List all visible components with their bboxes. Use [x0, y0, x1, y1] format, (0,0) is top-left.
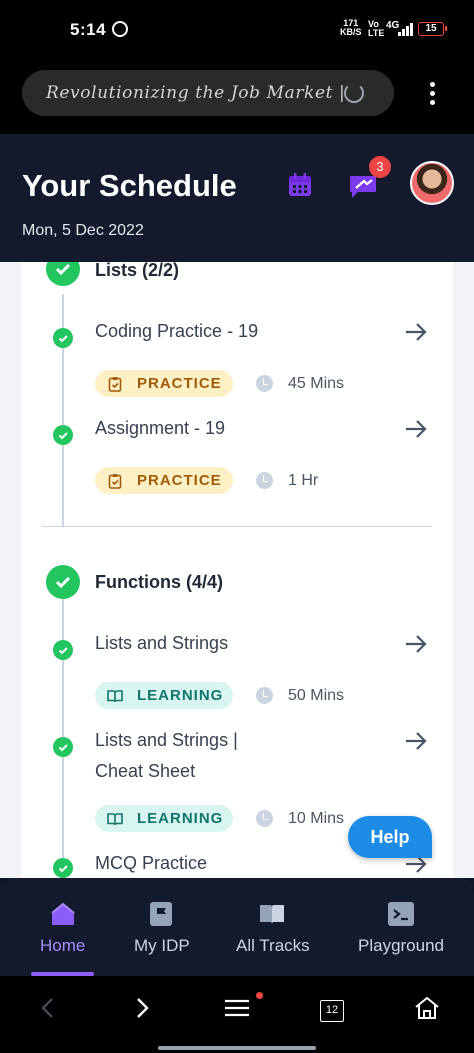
item-title[interactable]: Lists and Strings | Cheat Sheet	[95, 725, 238, 787]
menu-notification-dot	[256, 992, 263, 999]
duration: 50 Mins	[288, 687, 345, 704]
nav-label: All Tracks	[236, 936, 310, 955]
notification-badge: 3	[369, 156, 391, 178]
network-speed: 171 KB/S	[340, 19, 362, 37]
clipboard-icon	[108, 376, 122, 392]
item-complete-icon	[53, 425, 73, 445]
home-icon	[51, 902, 75, 925]
tag-label: PRACTICE	[137, 375, 222, 392]
help-button[interactable]: Help	[348, 816, 432, 858]
duration: 45 Mins	[288, 375, 345, 392]
learning-tag: LEARNING	[95, 805, 233, 832]
duration: 1 Hr	[288, 472, 319, 489]
practice-tag: PRACTICE	[95, 370, 233, 397]
tabs-count: 12	[325, 1004, 339, 1016]
forward-icon[interactable]	[132, 996, 152, 1020]
arrow-right-icon[interactable]	[404, 632, 428, 656]
clock-icon	[256, 375, 273, 392]
item-title-line: Cheat Sheet	[95, 761, 196, 781]
net-speed-unit: KB/S	[340, 27, 362, 37]
section-divider	[42, 526, 432, 527]
battery-icon: 15	[418, 22, 447, 36]
browser-bar: Revolutionizing the Job Market |...	[0, 60, 474, 134]
nav-my-idp[interactable]: My IDP	[128, 878, 194, 976]
lte-label: LTE	[368, 28, 385, 38]
nav-home[interactable]: Home	[30, 878, 96, 976]
schedule-date: Mon, 5 Dec 2022	[22, 222, 144, 239]
open-book-icon	[107, 689, 123, 702]
nav-label: Home	[40, 936, 86, 955]
open-book-icon	[107, 812, 123, 825]
flag-icon	[150, 902, 172, 926]
arrow-right-icon[interactable]	[404, 320, 428, 344]
status-bar: 5:14 171 KB/S Vo LTE 4G 15	[0, 0, 474, 60]
more-menu-icon[interactable]	[426, 82, 438, 108]
item-complete-icon	[53, 737, 73, 757]
clock-icon	[256, 687, 273, 704]
section-complete-icon	[46, 565, 80, 599]
back-icon[interactable]	[38, 996, 58, 1020]
url-bar[interactable]: Revolutionizing the Job Market |...	[22, 70, 394, 116]
nav-playground[interactable]: Playground	[356, 878, 446, 976]
status-time: 5:14	[70, 20, 107, 39]
nav-all-tracks[interactable]: All Tracks	[232, 878, 312, 976]
volte-indicator: Vo LTE	[368, 20, 384, 38]
schedule-card: Lists (2/2) Coding Practice - 19 PRACTIC…	[21, 262, 453, 878]
tabs-icon[interactable]: 12	[320, 1000, 344, 1022]
duration: 10 Mins	[288, 810, 345, 827]
whatsapp-icon	[112, 21, 128, 37]
item-complete-icon	[53, 858, 73, 878]
section-complete-icon	[46, 262, 80, 286]
item-title-line: Lists and Strings |	[95, 730, 238, 750]
item-title[interactable]: MCQ Practice	[95, 848, 207, 878]
nav-label: Playground	[358, 936, 445, 955]
learning-tag: LEARNING	[95, 682, 233, 709]
item-title[interactable]: Coding Practice - 19	[95, 316, 258, 347]
tag-label: LEARNING	[137, 687, 224, 704]
url-text: Revolutionizing the Job Market |...	[46, 83, 346, 103]
clock-icon	[256, 472, 273, 489]
item-complete-icon	[53, 328, 73, 348]
tag-label: PRACTICE	[137, 472, 222, 489]
avatar[interactable]	[410, 161, 454, 205]
item-complete-icon	[53, 640, 73, 660]
tag-label: LEARNING	[137, 810, 224, 827]
gesture-bar	[158, 1046, 316, 1050]
home-browser-icon[interactable]	[414, 996, 440, 1020]
clipboard-icon	[108, 473, 122, 489]
app-header: Your Schedule Mon, 5 Dec 2022 3	[0, 134, 474, 262]
system-nav: 12	[0, 976, 474, 1053]
section-title: Functions (4/4)	[95, 572, 224, 592]
menu-icon[interactable]	[224, 996, 250, 1020]
section-title: Lists (2/2)	[95, 262, 180, 280]
bottom-nav: Home My IDP All Tracks Playground	[0, 878, 474, 976]
item-title[interactable]: Assignment - 19	[95, 413, 225, 444]
nav-label: My IDP	[134, 936, 190, 955]
book-icon	[260, 905, 284, 924]
signal-bars-icon	[398, 22, 413, 36]
clock-icon	[256, 810, 273, 827]
arrow-right-icon[interactable]	[404, 729, 428, 753]
calendar-icon[interactable]	[287, 172, 313, 198]
practice-tag: PRACTICE	[95, 467, 233, 494]
schedule-content[interactable]: Lists (2/2) Coding Practice - 19 PRACTIC…	[0, 262, 474, 878]
arrow-right-icon[interactable]	[404, 417, 428, 441]
reload-icon[interactable]	[344, 83, 364, 103]
terminal-icon	[388, 902, 414, 926]
item-title[interactable]: Lists and Strings	[95, 628, 228, 659]
page-title: Your Schedule	[22, 168, 237, 203]
